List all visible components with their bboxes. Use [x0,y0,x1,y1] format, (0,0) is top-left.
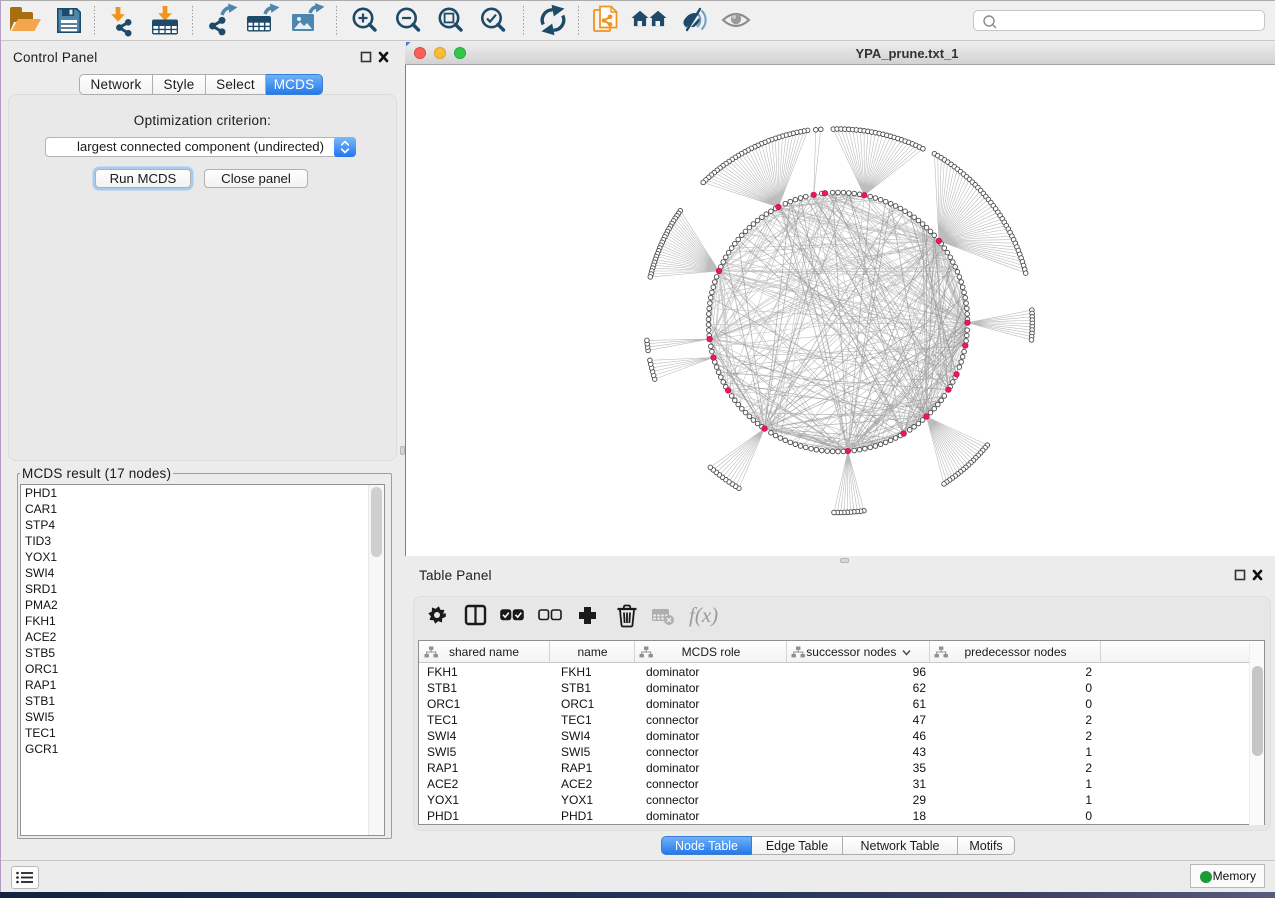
svg-text:f(x): f(x) [689,603,718,627]
